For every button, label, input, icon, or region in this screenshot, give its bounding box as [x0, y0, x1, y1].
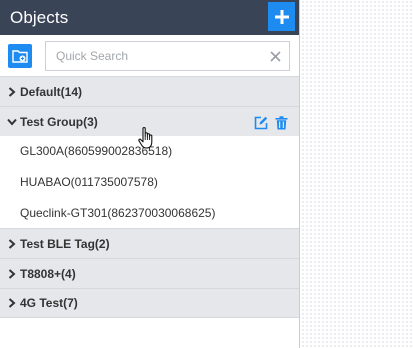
- search-box: [45, 41, 290, 71]
- group-label: Default(14): [20, 84, 83, 99]
- group-row-test-group[interactable]: Test Group(3): [0, 106, 299, 136]
- group-label: Test BLE Tag(2): [20, 236, 110, 251]
- chevron-right-icon[interactable]: [3, 238, 21, 249]
- chevron-right-icon[interactable]: [3, 268, 21, 279]
- add-object-button[interactable]: [268, 2, 295, 31]
- group-label: T8808+(4): [20, 266, 76, 281]
- group-row-test-ble-tag[interactable]: Test BLE Tag(2): [0, 228, 299, 259]
- list-item[interactable]: Queclink-GT301(862370030068625): [0, 197, 299, 229]
- list-item[interactable]: HUABAO(011735007578): [0, 166, 299, 198]
- plus-icon: [274, 9, 289, 24]
- group-row-4g-test[interactable]: 4G Test(7): [0, 288, 299, 319]
- objects-panel: Objects Quick Search Default(14) Test Gr…: [0, 0, 300, 348]
- object-name: Queclink-GT301(862370030068625): [20, 205, 216, 220]
- trash-icon[interactable]: [274, 115, 289, 130]
- map-background: [301, 0, 413, 348]
- object-name: HUABAO(011735007578): [20, 175, 158, 190]
- group-row-default[interactable]: Default(14): [0, 76, 299, 106]
- folder-add-icon: [12, 50, 28, 63]
- chevron-right-icon[interactable]: [3, 298, 21, 308]
- add-group-button[interactable]: [8, 44, 32, 68]
- chevron-right-icon[interactable]: [3, 86, 21, 97]
- panel-title: Objects: [10, 7, 69, 27]
- object-name: GL300A(860599002836518): [20, 144, 173, 159]
- edit-icon[interactable]: [253, 115, 268, 130]
- group-label: Test Group(3): [20, 114, 98, 129]
- group-row-t8808[interactable]: T8808+(4): [0, 258, 299, 289]
- list-item[interactable]: GL300A(860599002836518): [0, 136, 299, 167]
- search-input[interactable]: [46, 42, 261, 70]
- group-actions: [253, 115, 289, 130]
- clear-search-button[interactable]: [261, 42, 289, 70]
- group-label: 4G Test(7): [20, 296, 78, 311]
- chevron-down-icon[interactable]: [3, 118, 21, 126]
- panel-header: Objects: [0, 0, 299, 35]
- close-icon: [269, 50, 281, 62]
- search-row: [0, 35, 299, 76]
